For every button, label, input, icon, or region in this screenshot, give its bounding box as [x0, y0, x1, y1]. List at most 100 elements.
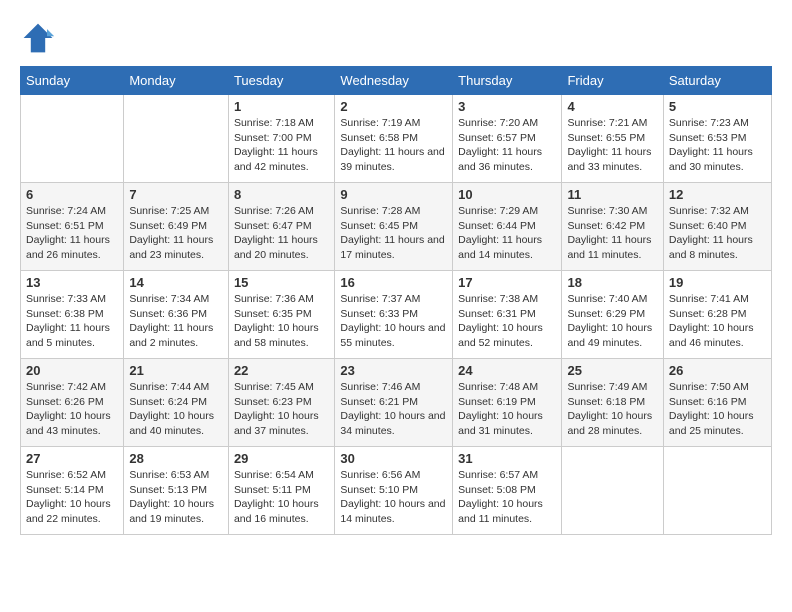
calendar-cell: 9 Sunrise: 7:28 AMSunset: 6:45 PMDaylight…: [335, 183, 453, 271]
day-detail: Sunrise: 6:56 AMSunset: 5:10 PMDaylight:…: [340, 468, 447, 527]
day-detail: Sunrise: 7:45 AMSunset: 6:23 PMDaylight:…: [234, 380, 329, 439]
day-number: 3: [458, 99, 556, 114]
day-number: 16: [340, 275, 447, 290]
day-header-saturday: Saturday: [663, 67, 771, 95]
calendar-week-row: 20Sunrise: 7:42 AMSunset: 6:26 PMDayligh…: [21, 359, 772, 447]
page-header: [20, 20, 772, 56]
calendar-cell: 15 Sunrise: 7:36 AMSunset: 6:35 PMDayligh…: [228, 271, 334, 359]
day-number: 27: [26, 451, 118, 466]
day-detail: Sunrise: 6:53 AMSunset: 5:13 PMDaylight:…: [129, 468, 223, 527]
calendar-cell: 10Sunrise: 7:29 AMSunset: 6:44 PMDayligh…: [453, 183, 562, 271]
day-number: 23: [340, 363, 447, 378]
day-number: 17: [458, 275, 556, 290]
day-number: 10: [458, 187, 556, 202]
day-detail: Sunrise: 7:28 AMSunset: 6:45 PMDaylight:…: [340, 204, 447, 263]
calendar-cell: 23 Sunrise: 7:46 AMSunset: 6:21 PMDayligh…: [335, 359, 453, 447]
day-number: 28: [129, 451, 223, 466]
day-detail: Sunrise: 7:36 AMSunset: 6:35 PMDaylight:…: [234, 292, 329, 351]
day-detail: Sunrise: 7:50 AMSunset: 6:16 PMDaylight:…: [669, 380, 766, 439]
day-number: 2: [340, 99, 447, 114]
calendar-cell: 1 Sunrise: 7:18 AMSunset: 7:00 PMDaylight…: [228, 95, 334, 183]
calendar-cell: 2 Sunrise: 7:19 AMSunset: 6:58 PMDaylight…: [335, 95, 453, 183]
day-detail: Sunrise: 7:33 AMSunset: 6:38 PMDaylight:…: [26, 292, 118, 351]
logo: [20, 20, 60, 56]
calendar-cell: 27 Sunrise: 6:52 AMSunset: 5:14 PMDayligh…: [21, 447, 124, 535]
day-detail: Sunrise: 7:23 AMSunset: 6:53 PMDaylight:…: [669, 116, 766, 175]
day-detail: Sunrise: 7:41 AMSunset: 6:28 PMDaylight:…: [669, 292, 766, 351]
calendar-header-row: SundayMondayTuesdayWednesdayThursdayFrid…: [21, 67, 772, 95]
calendar-cell: 20Sunrise: 7:42 AMSunset: 6:26 PMDayligh…: [21, 359, 124, 447]
day-detail: Sunrise: 7:30 AMSunset: 6:42 PMDaylight:…: [567, 204, 657, 263]
calendar-cell: [124, 95, 229, 183]
calendar-cell: 30 Sunrise: 6:56 AMSunset: 5:10 PMDayligh…: [335, 447, 453, 535]
calendar-cell: 14 Sunrise: 7:34 AMSunset: 6:36 PMDayligh…: [124, 271, 229, 359]
calendar-cell: 17Sunrise: 7:38 AMSunset: 6:31 PMDayligh…: [453, 271, 562, 359]
calendar-cell: [663, 447, 771, 535]
calendar-cell: 6Sunrise: 7:24 AMSunset: 6:51 PMDaylight…: [21, 183, 124, 271]
calendar-week-row: 1 Sunrise: 7:18 AMSunset: 7:00 PMDaylight…: [21, 95, 772, 183]
day-number: 19: [669, 275, 766, 290]
day-detail: Sunrise: 6:52 AMSunset: 5:14 PMDaylight:…: [26, 468, 118, 527]
day-number: 26: [669, 363, 766, 378]
day-header-thursday: Thursday: [453, 67, 562, 95]
day-header-wednesday: Wednesday: [335, 67, 453, 95]
calendar-cell: 19 Sunrise: 7:41 AMSunset: 6:28 PMDayligh…: [663, 271, 771, 359]
calendar-week-row: 6Sunrise: 7:24 AMSunset: 6:51 PMDaylight…: [21, 183, 772, 271]
calendar-cell: 31 Sunrise: 6:57 AMSunset: 5:08 PMDayligh…: [453, 447, 562, 535]
day-number: 9: [340, 187, 447, 202]
day-header-sunday: Sunday: [21, 67, 124, 95]
day-number: 30: [340, 451, 447, 466]
day-header-monday: Monday: [124, 67, 229, 95]
day-detail: Sunrise: 7:19 AMSunset: 6:58 PMDaylight:…: [340, 116, 447, 175]
day-header-tuesday: Tuesday: [228, 67, 334, 95]
day-number: 8: [234, 187, 329, 202]
day-number: 15: [234, 275, 329, 290]
day-number: 29: [234, 451, 329, 466]
calendar-cell: [562, 447, 663, 535]
day-detail: Sunrise: 7:37 AMSunset: 6:33 PMDaylight:…: [340, 292, 447, 351]
calendar-cell: 8Sunrise: 7:26 AMSunset: 6:47 PMDaylight…: [228, 183, 334, 271]
day-number: 12: [669, 187, 766, 202]
calendar-cell: 28 Sunrise: 6:53 AMSunset: 5:13 PMDayligh…: [124, 447, 229, 535]
day-number: 7: [129, 187, 223, 202]
day-detail: Sunrise: 7:21 AMSunset: 6:55 PMDaylight:…: [567, 116, 657, 175]
day-header-friday: Friday: [562, 67, 663, 95]
calendar-cell: 4 Sunrise: 7:21 AMSunset: 6:55 PMDaylight…: [562, 95, 663, 183]
day-detail: Sunrise: 7:44 AMSunset: 6:24 PMDaylight:…: [129, 380, 223, 439]
day-number: 24: [458, 363, 556, 378]
day-detail: Sunrise: 7:40 AMSunset: 6:29 PMDaylight:…: [567, 292, 657, 351]
day-number: 13: [26, 275, 118, 290]
calendar-cell: 5 Sunrise: 7:23 AMSunset: 6:53 PMDaylight…: [663, 95, 771, 183]
day-detail: Sunrise: 7:34 AMSunset: 6:36 PMDaylight:…: [129, 292, 223, 351]
logo-icon: [20, 20, 56, 56]
calendar-cell: 24 Sunrise: 7:48 AMSunset: 6:19 PMDayligh…: [453, 359, 562, 447]
calendar-cell: 29 Sunrise: 6:54 AMSunset: 5:11 PMDayligh…: [228, 447, 334, 535]
calendar-cell: 26 Sunrise: 7:50 AMSunset: 6:16 PMDayligh…: [663, 359, 771, 447]
calendar-cell: 16 Sunrise: 7:37 AMSunset: 6:33 PMDayligh…: [335, 271, 453, 359]
day-detail: Sunrise: 7:20 AMSunset: 6:57 PMDaylight:…: [458, 116, 556, 175]
day-number: 31: [458, 451, 556, 466]
calendar-table: SundayMondayTuesdayWednesdayThursdayFrid…: [20, 66, 772, 535]
day-number: 21: [129, 363, 223, 378]
day-number: 6: [26, 187, 118, 202]
day-number: 14: [129, 275, 223, 290]
day-number: 1: [234, 99, 329, 114]
calendar-cell: [21, 95, 124, 183]
calendar-cell: 11 Sunrise: 7:30 AMSunset: 6:42 PMDayligh…: [562, 183, 663, 271]
day-number: 5: [669, 99, 766, 114]
day-detail: Sunrise: 7:42 AMSunset: 6:26 PMDaylight:…: [26, 380, 118, 439]
day-number: 25: [567, 363, 657, 378]
day-number: 4: [567, 99, 657, 114]
calendar-week-row: 13 Sunrise: 7:33 AMSunset: 6:38 PMDayligh…: [21, 271, 772, 359]
calendar-cell: 18 Sunrise: 7:40 AMSunset: 6:29 PMDayligh…: [562, 271, 663, 359]
day-detail: Sunrise: 7:18 AMSunset: 7:00 PMDaylight:…: [234, 116, 329, 175]
day-number: 18: [567, 275, 657, 290]
calendar-cell: 21 Sunrise: 7:44 AMSunset: 6:24 PMDayligh…: [124, 359, 229, 447]
day-detail: Sunrise: 6:54 AMSunset: 5:11 PMDaylight:…: [234, 468, 329, 527]
day-detail: Sunrise: 7:46 AMSunset: 6:21 PMDaylight:…: [340, 380, 447, 439]
day-detail: Sunrise: 6:57 AMSunset: 5:08 PMDaylight:…: [458, 468, 556, 527]
day-detail: Sunrise: 7:48 AMSunset: 6:19 PMDaylight:…: [458, 380, 556, 439]
day-detail: Sunrise: 7:49 AMSunset: 6:18 PMDaylight:…: [567, 380, 657, 439]
day-number: 11: [567, 187, 657, 202]
calendar-cell: 22Sunrise: 7:45 AMSunset: 6:23 PMDayligh…: [228, 359, 334, 447]
